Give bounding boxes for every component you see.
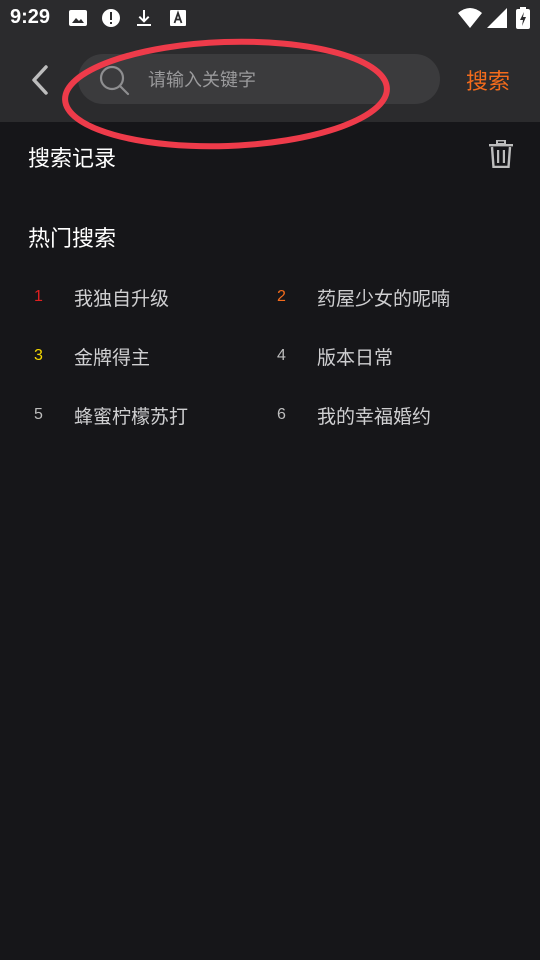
search-toolbar: 搜索 [0, 36, 540, 122]
hot-rank: 1 [34, 288, 43, 305]
hot-search-item[interactable]: 5 蜂蜜柠檬苏打 [34, 400, 188, 430]
status-time: 9:29 [10, 6, 51, 28]
hot-search-item[interactable]: 3 金牌得主 [34, 341, 150, 371]
hot-name: 金牌得主 [74, 346, 151, 369]
back-button[interactable] [26, 64, 54, 96]
download-icon [137, 10, 151, 26]
hot-name: 我独自升级 [74, 287, 170, 310]
hot-search-item[interactable]: 1 我独自升级 [34, 282, 169, 312]
hot-name: 蜂蜜柠檬苏打 [74, 405, 189, 428]
search-icon [99, 65, 130, 96]
wifi-icon [458, 8, 482, 28]
hot-rank: 3 [34, 347, 43, 364]
hot-name: 版本日常 [317, 346, 394, 369]
hot-search-item[interactable]: 4 版本日常 [277, 341, 393, 371]
hot-rank: 2 [277, 288, 286, 305]
battery-icon [516, 7, 530, 29]
hot-rank: 4 [277, 347, 286, 364]
signal-icon [487, 8, 507, 28]
status-bar: 9:29 [0, 0, 540, 36]
alert-icon [102, 9, 120, 27]
search-submit-button[interactable]: 搜索 [466, 64, 510, 96]
hot-rank: 5 [34, 406, 43, 423]
hot-search-title: 热门搜索 [28, 227, 117, 252]
hot-rank: 6 [277, 406, 286, 423]
font-icon [170, 10, 186, 26]
hot-name: 我的幸福婚约 [317, 405, 432, 428]
history-title: 搜索记录 [28, 147, 117, 172]
search-box[interactable] [78, 54, 440, 104]
hot-search-item[interactable]: 2 药屋少女的呢喃 [277, 282, 450, 312]
hot-search-item[interactable]: 6 我的幸福婚约 [277, 400, 431, 430]
trash-icon[interactable] [488, 140, 514, 168]
hot-name: 药屋少女的呢喃 [317, 287, 451, 310]
search-input[interactable] [146, 66, 420, 94]
image-icon [69, 10, 87, 26]
